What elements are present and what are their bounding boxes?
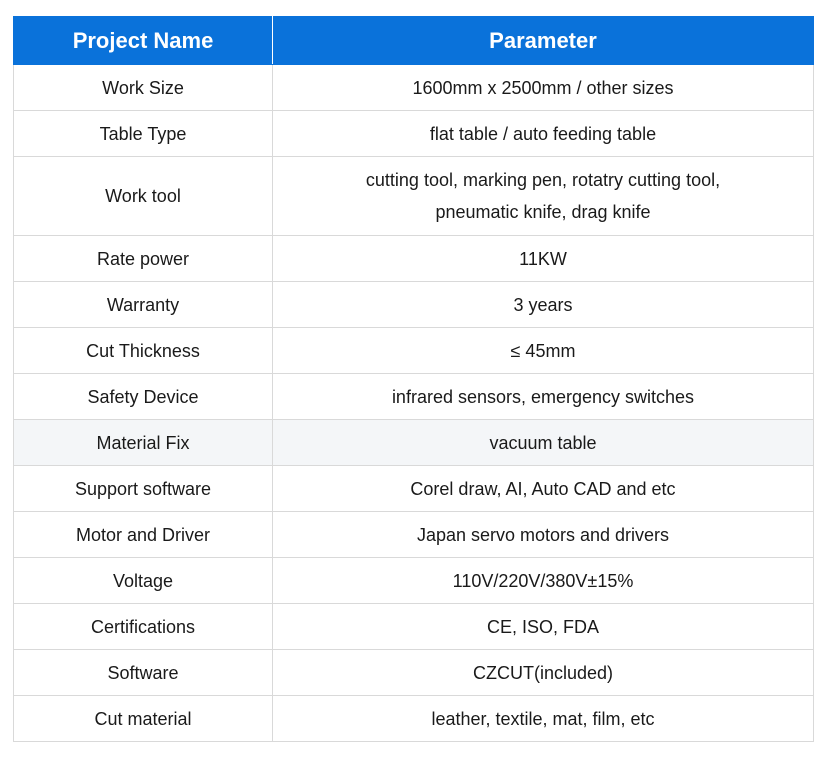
table-row: Table Type flat table / auto feeding tab… [13,110,814,157]
table-row: Warranty 3 years [13,281,814,328]
row-value: CZCUT(included) [272,649,814,696]
row-name: Rate power [13,235,273,282]
row-name: Warranty [13,281,273,328]
row-value: 110V/220V/380V±15% [272,557,814,604]
row-value: vacuum table [272,419,814,466]
row-name: Motor and Driver [13,511,273,558]
table-row: Rate power 11KW [13,235,814,282]
row-name: Cut material [13,695,273,742]
row-value: Japan servo motors and drivers [272,511,814,558]
table-row: Work tool cutting tool, marking pen, rot… [13,156,814,236]
spec-table-container: Project Name Parameter Work Size 1600mm … [13,16,814,742]
table-row: Motor and Driver Japan servo motors and … [13,511,814,558]
header-parameter: Parameter [272,16,814,65]
table-row: Work Size 1600mm x 2500mm / other sizes [13,64,814,111]
row-value: leather, textile, mat, film, etc [272,695,814,742]
row-name: Voltage [13,557,273,604]
row-value: infrared sensors, emergency switches [272,373,814,420]
row-name: Safety Device [13,373,273,420]
table-row: Software CZCUT(included) [13,649,814,696]
row-name: Table Type [13,110,273,157]
row-name: Cut Thickness [13,327,273,374]
header-project-name: Project Name [13,16,273,65]
table-row: Safety Device infrared sensors, emergenc… [13,373,814,420]
row-name: Certifications [13,603,273,650]
spec-table: Project Name Parameter Work Size 1600mm … [13,16,814,742]
row-value: ≤ 45mm [272,327,814,374]
table-row: Cut Thickness ≤ 45mm [13,327,814,374]
table-row: Material Fix vacuum table [13,419,814,466]
row-name: Material Fix [13,419,273,466]
row-name: Work tool [13,156,273,236]
table-row: Support software Corel draw, AI, Auto CA… [13,465,814,512]
table-row: Certifications CE, ISO, FDA [13,603,814,650]
table-header-row: Project Name Parameter [13,16,814,65]
row-name: Support software [13,465,273,512]
row-value: CE, ISO, FDA [272,603,814,650]
row-value: 11KW [272,235,814,282]
row-name: Software [13,649,273,696]
table-row: Voltage 110V/220V/380V±15% [13,557,814,604]
row-value: Corel draw, AI, Auto CAD and etc [272,465,814,512]
row-name: Work Size [13,64,273,111]
table-row: Cut material leather, textile, mat, film… [13,695,814,742]
row-value: cutting tool, marking pen, rotatry cutti… [272,156,814,236]
row-value: 1600mm x 2500mm / other sizes [272,64,814,111]
row-value: 3 years [272,281,814,328]
row-value: flat table / auto feeding table [272,110,814,157]
